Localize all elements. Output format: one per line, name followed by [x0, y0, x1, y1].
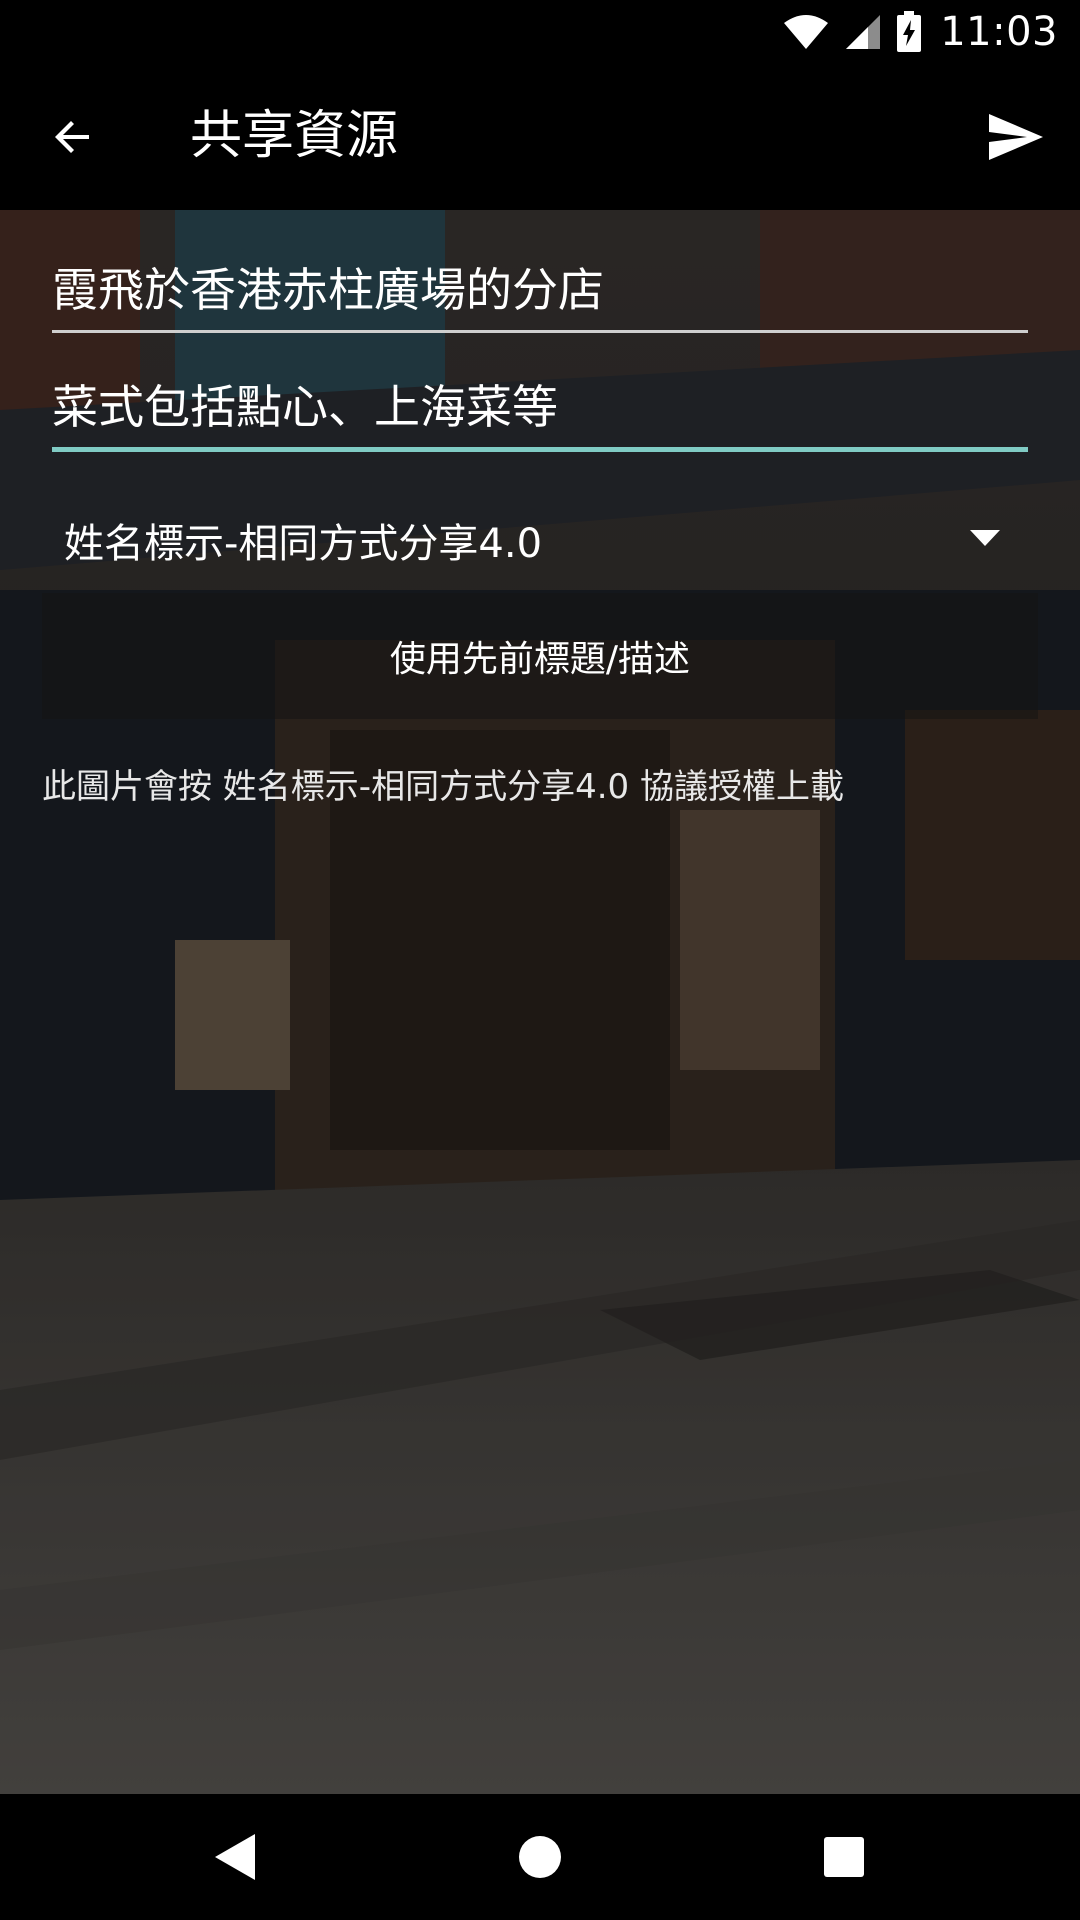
license-dropdown[interactable]: 姓名標示-相同方式分享4.0: [52, 500, 1028, 580]
cell-signal-icon: [844, 13, 882, 51]
battery-charging-icon: [896, 10, 922, 53]
recents-square-icon: [824, 1837, 864, 1877]
back-triangle-icon: [215, 1834, 255, 1880]
nav-recents-button[interactable]: [809, 1822, 879, 1892]
arrow-back-icon: [55, 121, 89, 153]
send-button[interactable]: [976, 99, 1056, 175]
status-bar: 11:03: [0, 0, 1080, 63]
title-field[interactable]: [52, 260, 1028, 333]
license-selected-value: 姓名標示-相同方式分享4.0: [64, 521, 543, 567]
upload-form: 姓名標示-相同方式分享4.0 使用先前標題/描述 此圖片會按 姓名標示-相同方式…: [0, 210, 1080, 1794]
description-field[interactable]: [52, 377, 1028, 452]
send-icon: [989, 114, 1043, 160]
page-title: 共享資源: [190, 106, 399, 166]
back-button[interactable]: [36, 100, 110, 174]
wifi-icon: [782, 13, 830, 51]
app-bar: 共享資源: [0, 63, 1080, 210]
dropdown-arrow-icon: [970, 530, 1000, 546]
nav-back-button[interactable]: [200, 1822, 270, 1892]
nav-home-button[interactable]: [505, 1822, 575, 1892]
home-circle-icon: [519, 1836, 561, 1878]
use-previous-button[interactable]: 使用先前標題/描述: [42, 593, 1038, 719]
license-note: 此圖片會按 姓名標示-相同方式分享4.0 協議授權上載: [42, 767, 844, 807]
navigation-bar: [0, 1794, 1080, 1920]
status-time: 11:03: [940, 8, 1058, 55]
screen: 11:03 共享資源 霞飛於香港赤柱廣場的分店 菜式包括點心、上海菜等 姓名標示…: [0, 0, 1080, 1920]
